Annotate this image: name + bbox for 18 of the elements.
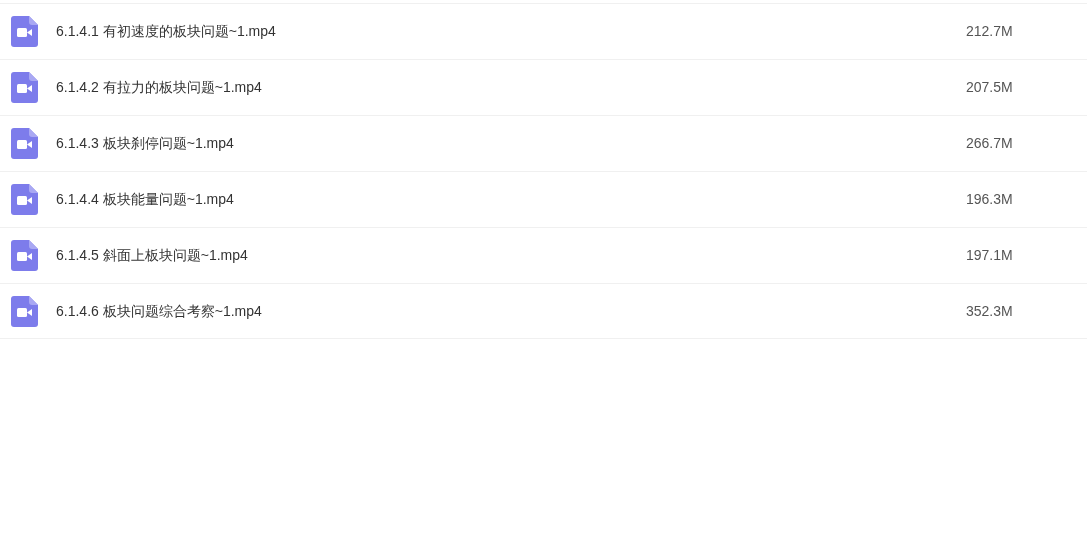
file-size: 197.1M — [966, 246, 1014, 265]
file-size: 207.5M — [966, 78, 1014, 97]
file-name[interactable]: 6.1.4.6 板块问题综合考察~1.mp4 — [56, 300, 262, 322]
file-name[interactable]: 6.1.4.2 有拉力的板块问题~1.mp4 — [56, 77, 262, 98]
file-name[interactable]: 6.1.4.1 有初速度的板块问题~1.mp4 — [56, 21, 276, 42]
file-size: 266.7M — [966, 134, 1014, 153]
file-name[interactable]: 6.1.4.3 板块刹停问题~1.mp4 — [56, 133, 234, 154]
video-file-icon — [11, 72, 38, 103]
file-size: 196.3M — [966, 190, 1014, 209]
video-file-icon — [11, 128, 38, 159]
file-size: 212.7M — [966, 22, 1014, 41]
file-size: 352.3M — [966, 301, 1014, 321]
video-file-icon — [11, 184, 38, 215]
file-name[interactable]: 6.1.4.5 斜面上板块问题~1.mp4 — [56, 245, 248, 266]
file-name[interactable]: 6.1.4.4 板块能量问题~1.mp4 — [56, 189, 234, 210]
video-file-icon — [11, 16, 38, 47]
video-file-icon — [11, 295, 38, 327]
video-file-icon — [11, 240, 38, 271]
